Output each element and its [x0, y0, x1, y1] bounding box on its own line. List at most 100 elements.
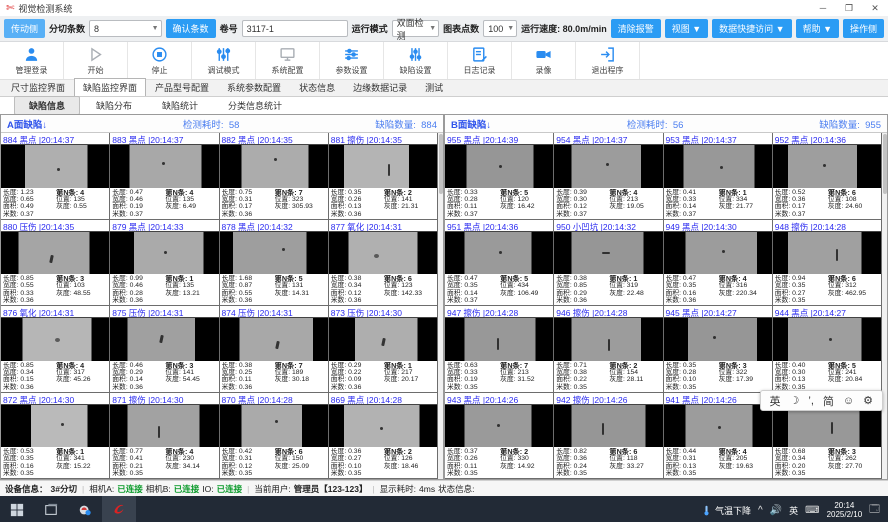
defect-thumbnail[interactable]	[329, 318, 437, 361]
tab-7[interactable]: 测试	[416, 78, 452, 96]
defect-thumbnail[interactable]	[220, 232, 328, 275]
action-stop-button[interactable]: 停止	[128, 42, 192, 79]
defect-thumbnail[interactable]	[773, 318, 881, 361]
tab-3[interactable]: 产品型号配置	[146, 78, 218, 96]
defect-cell-872[interactable]: 872 黑点 |20:14:30长度: 0.53宽度: 0.35面积: 0.16…	[1, 393, 110, 480]
defect-cell-883[interactable]: 883 黑点 |20:14:37长度: 0.47宽度: 0.46面积: 0.19…	[110, 133, 219, 220]
defect-cell-884[interactable]: 884 黑点 |20:14:37长度: 1.23宽度: 0.65面积: 0.49…	[1, 133, 110, 220]
defect-cell-945[interactable]: 945 黑点 |20:14:27长度: 0.35宽度: 0.28面积: 0.10…	[664, 306, 773, 393]
split-count-select[interactable]: 8▼	[89, 20, 162, 37]
drive-side-button[interactable]: 传动侧	[4, 19, 45, 38]
defect-cell-947[interactable]: 947 擦伤 |20:14:28长度: 0.63宽度: 0.33面积: 0.19…	[445, 306, 554, 393]
defect-thumbnail[interactable]	[110, 145, 218, 188]
defect-cell-869[interactable]: 869 黑点 |20:14:28长度: 0.36宽度: 0.27面积: 0.10…	[329, 393, 438, 480]
ime-emoji-icon[interactable]: ☺	[843, 395, 854, 407]
defect-cell-879[interactable]: 879 黑点 |20:14:33长度: 0.99宽度: 0.46面积: 0.28…	[110, 220, 219, 307]
defect-cell-952[interactable]: 952 黑点 |20:14:36长度: 0.52宽度: 0.36面积: 0.17…	[773, 133, 882, 220]
ime-settings-gear-icon[interactable]: ⚙	[863, 394, 873, 407]
panel-title[interactable]: B面缺陷↓	[451, 117, 491, 131]
tray-expand-chevron[interactable]: ^	[758, 505, 763, 516]
operator-side-button[interactable]: 操作侧	[843, 19, 884, 38]
defect-cell-955[interactable]: 955 黑点 |20:14:39长度: 0.33宽度: 0.28面积: 0.11…	[445, 133, 554, 220]
tab-2[interactable]: 缺陷监控界面	[74, 78, 146, 96]
tab-4[interactable]: 系统参数配置	[218, 78, 290, 96]
defect-cell-874[interactable]: 874 压伤 |20:14:31长度: 0.38宽度: 0.25面积: 0.11…	[220, 306, 329, 393]
ime-indicator[interactable]: 英	[789, 504, 798, 517]
task-view-button[interactable]	[34, 496, 68, 522]
confirm-count-button[interactable]: 确认条数	[166, 19, 216, 38]
defect-thumbnail[interactable]	[664, 145, 772, 188]
defect-cell-878[interactable]: 878 黑点 |20:14:32长度: 1.68宽度: 0.87面积: 0.55…	[220, 220, 329, 307]
defect-cell-871[interactable]: 871 擦伤 |20:14:30长度: 0.77宽度: 0.41面积: 0.21…	[110, 393, 219, 480]
subtab-1[interactable]: 缺陷信息	[14, 96, 80, 115]
inspection-app-taskbar-icon[interactable]	[102, 496, 136, 522]
defect-cell-951[interactable]: 951 黑点 |20:14:36长度: 0.47宽度: 0.35面积: 0.14…	[445, 220, 554, 307]
notification-center-icon[interactable]: 🗔	[869, 502, 880, 519]
defect-cell-943[interactable]: 943 黑点 |20:14:26长度: 0.37宽度: 0.26面积: 0.11…	[445, 393, 554, 480]
defect-thumbnail[interactable]	[773, 232, 881, 275]
tab-5[interactable]: 状态信息	[290, 78, 344, 96]
defect-cell-875[interactable]: 875 压伤 |20:14:31长度: 0.46宽度: 0.29面积: 0.14…	[110, 306, 219, 393]
defect-cell-954[interactable]: 954 黑点 |20:14:37长度: 0.39宽度: 0.30面积: 0.12…	[554, 133, 663, 220]
defect-thumbnail[interactable]	[445, 405, 553, 448]
roll-number-input[interactable]	[242, 20, 348, 37]
defect-thumbnail[interactable]	[329, 405, 437, 448]
ime-moon-icon[interactable]: ☽	[790, 394, 800, 407]
defect-cell-877[interactable]: 877 氧化 |20:14:31长度: 0.38宽度: 0.34面积: 0.12…	[329, 220, 438, 307]
defect-thumbnail[interactable]	[664, 318, 772, 361]
clock[interactable]: 20:14 2025/2/10	[827, 501, 863, 519]
action-camera-button[interactable]: 录像	[512, 42, 576, 79]
volume-icon[interactable]: 🔊	[770, 505, 782, 516]
defect-thumbnail[interactable]	[110, 405, 218, 448]
weather-tray-item[interactable]: 气温下降	[701, 504, 751, 517]
action-play-button[interactable]: 开始	[64, 42, 128, 79]
action-exit-button[interactable]: 退出程序	[576, 42, 640, 79]
defect-cell-880[interactable]: 880 压伤 |20:14:35长度: 0.85宽度: 0.55面积: 0.33…	[1, 220, 110, 307]
defect-thumbnail[interactable]	[554, 145, 662, 188]
defect-cell-873[interactable]: 873 压伤 |20:14:30长度: 0.29宽度: 0.22面积: 0.09…	[329, 306, 438, 393]
ime-punctuation-toggle[interactable]: ’,	[808, 395, 814, 407]
defect-cell-949[interactable]: 949 黑点 |20:14:30长度: 0.47宽度: 0.35面积: 0.16…	[664, 220, 773, 307]
defect-cell-870[interactable]: 870 黑点 |20:14:28长度: 0.42宽度: 0.31面积: 0.12…	[220, 393, 329, 480]
media-app-icon[interactable]	[68, 496, 102, 522]
defect-cell-953[interactable]: 953 黑点 |20:14:37长度: 0.41宽度: 0.33面积: 0.14…	[664, 133, 773, 220]
action-defect-sliders-button[interactable]: 缺陷设置	[384, 42, 448, 79]
defect-cell-881[interactable]: 881 擦伤 |20:14:35长度: 0.35宽度: 0.26面积: 0.13…	[329, 133, 438, 220]
ime-lang-toggle[interactable]: 英	[770, 393, 781, 409]
help-menu-button[interactable]: 帮助 ▼	[796, 19, 839, 38]
defect-thumbnail[interactable]	[554, 232, 662, 275]
subtab-4[interactable]: 分类信息统计	[214, 97, 296, 114]
defect-cell-948[interactable]: 948 擦伤 |20:14:28长度: 0.94宽度: 0.35面积: 0.27…	[773, 220, 882, 307]
defect-thumbnail[interactable]	[220, 405, 328, 448]
clear-alarm-button[interactable]: 清除报警	[611, 19, 661, 38]
start-button[interactable]	[0, 496, 34, 522]
panel-scrollbar[interactable]	[882, 133, 887, 479]
defect-cell-882[interactable]: 882 黑点 |20:14:35长度: 0.75宽度: 0.31面积: 0.17…	[220, 133, 329, 220]
defect-cell-941[interactable]: 941 黑点 |20:14:26长度: 0.44宽度: 0.31面积: 0.13…	[664, 393, 773, 480]
defect-thumbnail[interactable]	[554, 318, 662, 361]
defect-thumbnail[interactable]	[110, 318, 218, 361]
action-log-button[interactable]: 日志记录	[448, 42, 512, 79]
tab-1[interactable]: 尺寸监控界面	[2, 78, 74, 96]
data-quick-access-button[interactable]: 数据快捷访问 ▼	[712, 19, 791, 38]
defect-thumbnail[interactable]	[329, 145, 437, 188]
chart-points-select[interactable]: 100▼	[483, 20, 517, 37]
defect-thumbnail[interactable]	[445, 232, 553, 275]
defect-thumbnail[interactable]	[220, 318, 328, 361]
defect-thumbnail[interactable]	[1, 232, 109, 275]
tab-6[interactable]: 边缘数据记录	[344, 78, 416, 96]
close-button[interactable]: ✕	[862, 3, 888, 14]
subtab-2[interactable]: 缺陷分布	[82, 97, 146, 114]
action-monitor-button[interactable]: 系统配置	[256, 42, 320, 79]
action-user-button[interactable]: 管理登录	[0, 42, 64, 79]
defect-cell-876[interactable]: 876 氧化 |20:14:31长度: 0.85宽度: 0.34面积: 0.15…	[1, 306, 110, 393]
action-params-sliders-button[interactable]: 参数设置	[320, 42, 384, 79]
run-mode-select[interactable]: 双面检测▼	[392, 20, 440, 37]
maximize-button[interactable]: ❐	[836, 3, 862, 14]
defect-thumbnail[interactable]	[445, 145, 553, 188]
defect-thumbnail[interactable]	[664, 232, 772, 275]
defect-thumbnail[interactable]	[329, 232, 437, 275]
panel-scrollbar[interactable]	[438, 133, 443, 479]
action-debug-sliders-button[interactable]: 调试模式	[192, 42, 256, 79]
defect-cell-950[interactable]: 950 小凹坑 |20:14:32长度: 0.38宽度: 0.85面积: 0.2…	[554, 220, 663, 307]
